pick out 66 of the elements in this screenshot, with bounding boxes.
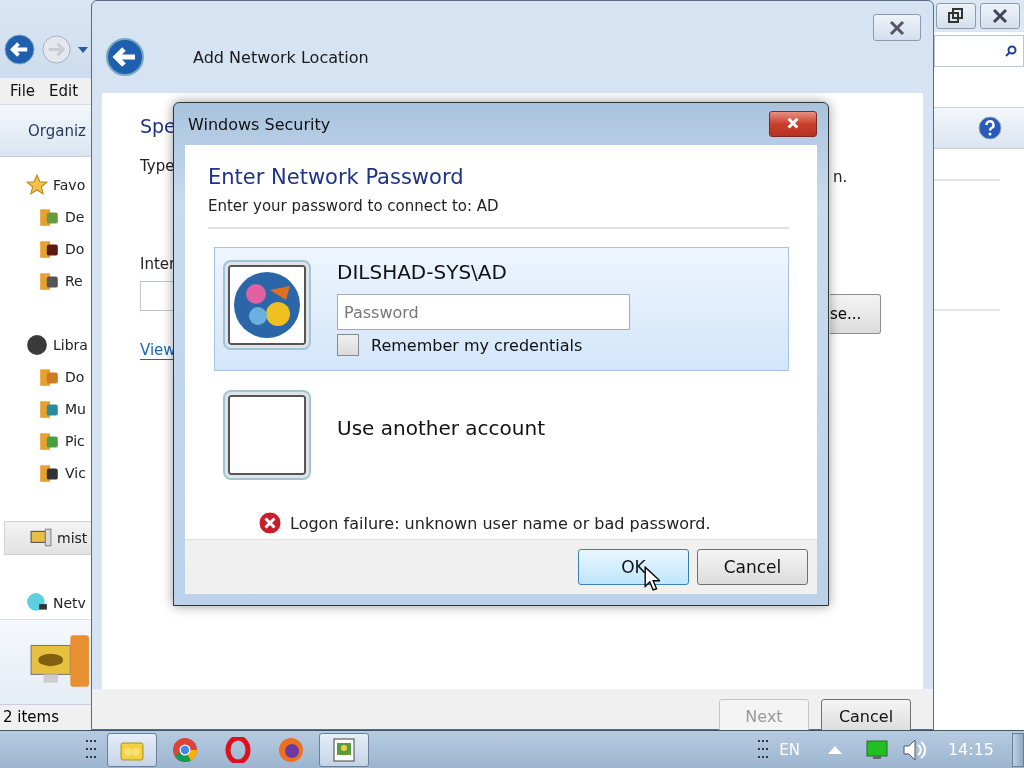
sidebar-item[interactable]: Libra	[0, 329, 91, 362]
restore-button[interactable]	[936, 3, 976, 29]
dialog-button[interactable]: OK	[578, 549, 689, 585]
dialog-subtitle: Enter your password to connect to: AD	[208, 197, 500, 215]
close-button[interactable]	[980, 3, 1020, 29]
chrome-icon	[172, 736, 198, 763]
sidebar-item[interactable]: Pic	[0, 425, 91, 458]
sidebar-item[interactable]: Vic	[0, 457, 91, 490]
search-icon	[1005, 45, 1017, 57]
monitor-icon[interactable]	[865, 739, 888, 760]
restore-icon	[948, 8, 964, 24]
instruction-text: Type	[140, 157, 175, 175]
dialog-button[interactable]: Cancel	[697, 549, 808, 585]
password-field[interactable]: Password	[337, 294, 630, 330]
folder-icon	[38, 398, 60, 421]
folder-icon	[38, 238, 60, 261]
sidebar-item[interactable]: Netv	[0, 587, 91, 620]
sidebar-item[interactable]: Re	[0, 265, 91, 298]
checkbox[interactable]	[337, 334, 359, 356]
taskbar-button[interactable]	[107, 732, 157, 767]
taskbar-button[interactable]	[319, 732, 369, 767]
close-icon	[785, 117, 801, 131]
account-name: DILSHAD-SYS\AD	[337, 260, 507, 284]
opera-icon	[225, 736, 251, 763]
sidebar-item[interactable]: Do	[0, 361, 91, 394]
account-tile[interactable]: DILSHAD-SYS\AD Password Remember my credentials	[214, 247, 789, 371]
instruction-text: n.	[832, 168, 849, 186]
folder-icon	[38, 366, 60, 389]
page-heading: Spe	[140, 115, 176, 137]
error-icon	[258, 511, 282, 535]
search-field[interactable]	[934, 35, 1024, 67]
sidebar-item[interactable]: Do	[0, 233, 91, 266]
sidebar-item[interactable]: mist	[4, 521, 91, 556]
sidebar-item[interactable]: Favo	[0, 169, 91, 202]
picture-viewer-icon	[331, 736, 357, 763]
close-button[interactable]	[873, 14, 921, 41]
menu-item[interactable]: Edit	[49, 81, 79, 100]
dialog-title: Windows Security	[188, 114, 331, 134]
close-button[interactable]	[769, 111, 817, 137]
firefox-icon	[278, 736, 304, 763]
dialog-heading: Enter Network Password	[208, 165, 465, 189]
close-icon	[889, 19, 905, 36]
sidebar-item[interactable]: Mu	[0, 393, 91, 426]
folder-icon	[38, 270, 60, 293]
close-icon	[992, 8, 1008, 24]
mouse-pointer-icon	[644, 566, 660, 591]
error-message: Logon failure: unknown user name or bad password.	[290, 513, 711, 533]
browse-button[interactable]: se...	[830, 294, 881, 334]
sidebar-item[interactable]: De	[0, 201, 91, 234]
account-tile[interactable]: Use another account	[214, 377, 789, 493]
help-icon[interactable]	[978, 116, 1002, 140]
folder-icon	[38, 462, 60, 485]
dark-ball-icon	[26, 334, 48, 357]
account-name: Use another account	[337, 416, 545, 440]
menu-item[interactable]: File	[10, 81, 36, 100]
dropdown-caret-icon[interactable]	[78, 46, 88, 53]
speaker-icon[interactable]	[901, 737, 928, 762]
show-desktop-button[interactable]	[1012, 732, 1024, 767]
checkbox-label[interactable]: Remember my credentials	[371, 335, 583, 355]
folder-icon	[38, 206, 60, 229]
star-icon	[26, 174, 48, 197]
status-text: 2 items	[0, 704, 91, 730]
folder-icon	[38, 430, 60, 453]
field-label: Inter	[140, 255, 176, 273]
wizard-button[interactable]: Cancel	[821, 699, 911, 733]
window-title: Add Network Location	[193, 47, 369, 67]
